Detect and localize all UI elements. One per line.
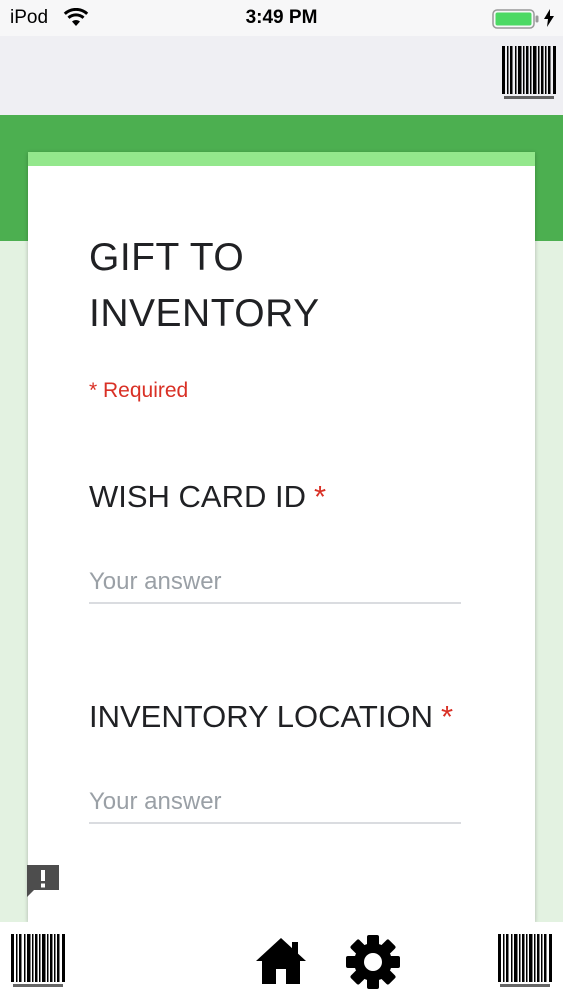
barcode-icon[interactable] xyxy=(11,934,65,995)
charging-icon xyxy=(543,8,555,34)
barcode-icon[interactable] xyxy=(502,46,556,107)
home-icon[interactable] xyxy=(254,936,308,991)
question-text: WISH CARD ID xyxy=(89,479,306,514)
question-text: INVENTORY LOCATION xyxy=(89,699,433,734)
required-star: * xyxy=(314,479,327,514)
inventory-location-input[interactable] xyxy=(89,782,461,824)
top-toolbar xyxy=(0,36,563,115)
bottom-toolbar xyxy=(0,922,563,1000)
barcode-icon[interactable] xyxy=(498,934,552,995)
wish-card-id-input[interactable] xyxy=(89,562,461,604)
status-bar: iPod 3:49 PM xyxy=(0,0,563,36)
required-star: * xyxy=(440,699,454,734)
question-label-inventory-location: INVENTORY LOCATION * xyxy=(89,699,453,735)
required-note: * Required xyxy=(89,379,189,402)
gear-icon[interactable] xyxy=(345,934,401,995)
form-card: GIFT TO INVENTORY * Required WISH CARD I… xyxy=(28,152,535,922)
feedback-icon[interactable] xyxy=(24,862,62,905)
question-label-wish-card-id: WISH CARD ID * xyxy=(89,479,326,515)
battery-icon xyxy=(492,9,540,35)
card-accent-bar xyxy=(28,152,535,166)
form-title: GIFT TO INVENTORY xyxy=(89,236,320,335)
status-time: 3:49 PM xyxy=(245,7,318,28)
